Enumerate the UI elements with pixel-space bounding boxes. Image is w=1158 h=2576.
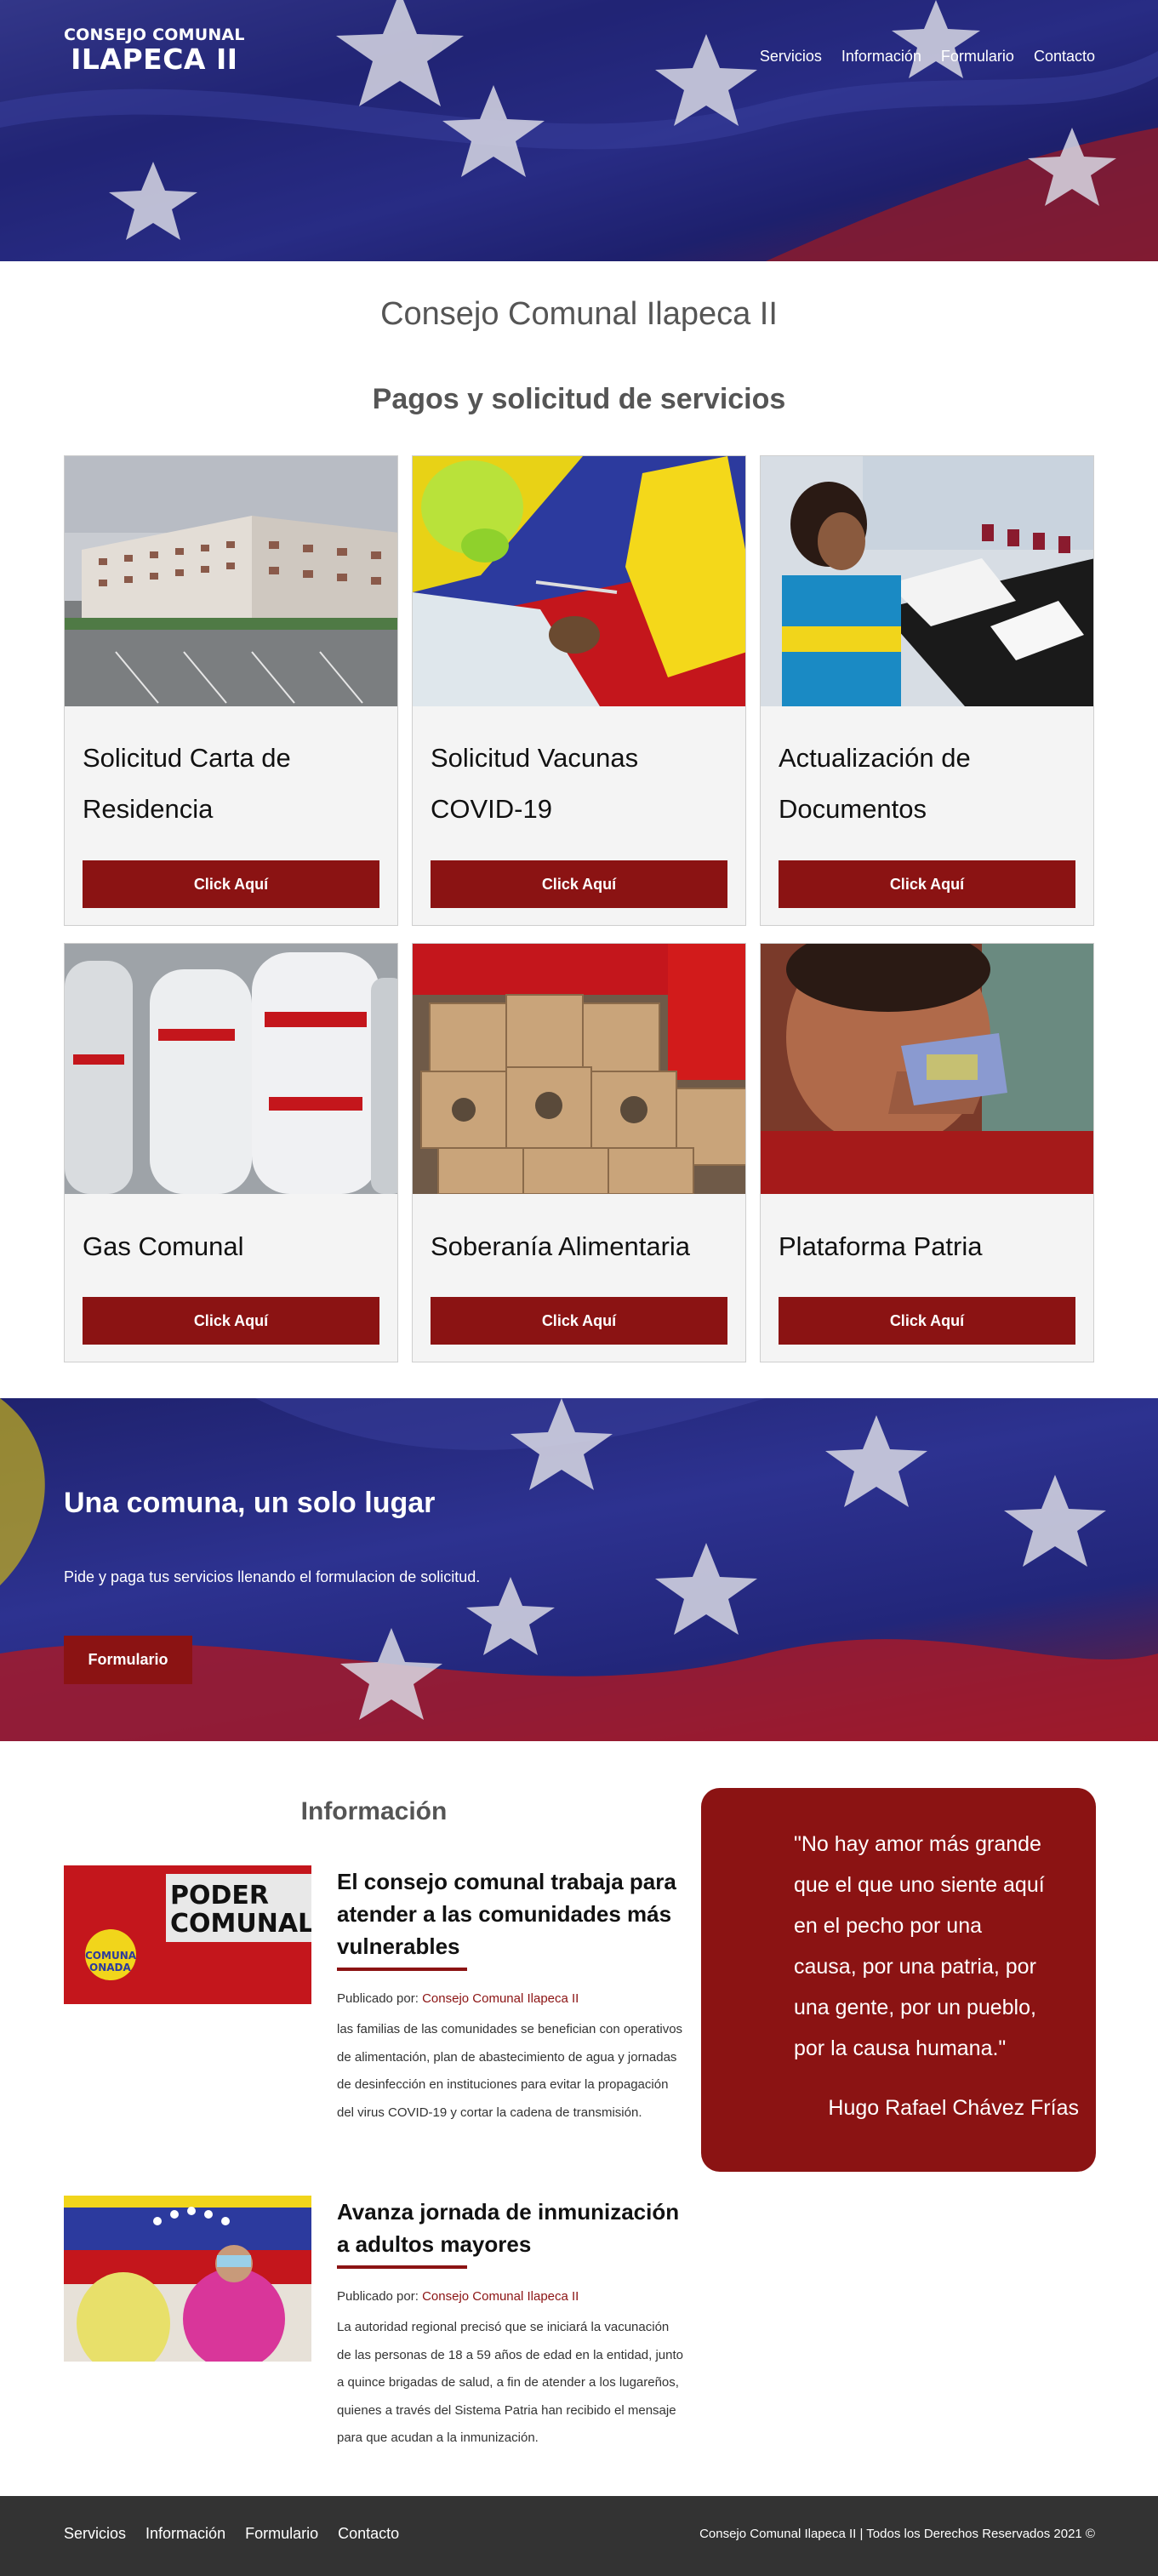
- card-image-office-meeting: [761, 456, 1093, 706]
- byline-author[interactable]: Consejo Comunal Ilapeca II: [422, 1991, 579, 2006]
- byline-prefix: Publicado por:: [337, 1991, 423, 2006]
- quote-text: "No hay amor más grande que el que uno s…: [794, 1832, 1045, 2060]
- news-article: PODER COMUNAL COMUNA ONADA El consejo co…: [64, 1865, 684, 2163]
- article-excerpt: La autoridad regional precisó que se ini…: [337, 2320, 683, 2445]
- service-card-soberania: Soberanía Alimentaria Click Aquí: [412, 943, 746, 1362]
- article-thumbnail[interactable]: [64, 2196, 311, 2362]
- click-here-button[interactable]: Click Aquí: [779, 1297, 1075, 1345]
- footer-nav: Servicios Información Formulario Contact…: [64, 2525, 399, 2543]
- footer-nav-formulario[interactable]: Formulario: [245, 2525, 318, 2543]
- site-footer: Servicios Información Formulario Contact…: [0, 2496, 1158, 2576]
- banner-text: Pide y paga tus servicios llenando el fo…: [64, 1568, 481, 1585]
- article-title[interactable]: Avanza jornada de inmunización a adultos…: [337, 2196, 684, 2260]
- logo-line-1: CONSEJO COMUNAL: [64, 26, 245, 44]
- copyright-text: Consejo Comunal Ilapeca II | Todos los D…: [699, 2527, 1095, 2541]
- footer-nav-informacion[interactable]: Información: [145, 2525, 225, 2543]
- card-title: Soberanía Alimentaria: [431, 1231, 691, 1261]
- card-title: Solicitud Vacunas COVID-19: [431, 743, 639, 824]
- service-card-vacunas: Solicitud Vacunas COVID-19 Click Aquí: [412, 455, 746, 926]
- byline-prefix: Publicado por:: [337, 2289, 423, 2304]
- click-here-button[interactable]: Click Aquí: [779, 860, 1075, 908]
- byline-author[interactable]: Consejo Comunal Ilapeca II: [422, 2289, 579, 2304]
- services-section-title: Pagos y solicitud de servicios: [372, 383, 786, 415]
- card-image-vaccination: [413, 456, 745, 706]
- article-body: El consejo comunal trabaja para atender …: [337, 1865, 684, 2127]
- site-logo[interactable]: CONSEJO COMUNAL ILAPECA II: [64, 26, 245, 76]
- article-body: Avanza jornada de inmunización a adultos…: [337, 2196, 684, 2453]
- card-title: Gas Comunal: [83, 1231, 244, 1261]
- card-image-food-boxes: [413, 944, 745, 1194]
- nav-contacto[interactable]: Contacto: [1034, 48, 1095, 66]
- card-image-patria-card: [761, 944, 1093, 1194]
- card-title: Actualización de Documentos: [779, 743, 971, 824]
- thumb-text-comuna: COMUNA: [85, 1950, 137, 1962]
- banner-heading: Una comuna, un solo lugar: [64, 1487, 436, 1519]
- service-card-patria: Plataforma Patria Click Aquí: [760, 943, 1094, 1362]
- service-card-gas: Gas Comunal Click Aquí: [64, 943, 398, 1362]
- cta-banner: Una comuna, un solo lugar Pide y paga tu…: [0, 1398, 1158, 1741]
- article-byline: Publicado por: Consejo Comunal Ilapeca I…: [337, 1991, 684, 2006]
- page-title: Consejo Comunal Ilapeca II: [380, 296, 778, 332]
- click-here-button[interactable]: Click Aquí: [83, 1297, 379, 1345]
- article-excerpt: las familias de las comunidades se benef…: [337, 2022, 683, 2120]
- title-underline: [337, 2265, 467, 2269]
- article-thumbnail[interactable]: PODER COMUNAL COMUNA ONADA: [64, 1865, 311, 2004]
- footer-nav-contacto[interactable]: Contacto: [338, 2525, 399, 2543]
- logo-line-2: ILAPECA II: [71, 43, 238, 76]
- main-nav: Servicios Información Formulario Contact…: [760, 48, 1095, 66]
- service-card-residencia: Solicitud Carta de Residencia Click Aquí: [64, 455, 398, 926]
- article-title[interactable]: El consejo comunal trabaja para atender …: [337, 1865, 684, 1962]
- info-section-title: Información: [300, 1797, 448, 1825]
- card-title: Plataforma Patria: [779, 1231, 983, 1261]
- click-here-button[interactable]: Click Aquí: [83, 860, 379, 908]
- quote-box: "No hay amor más grande que el que uno s…: [701, 1788, 1096, 2172]
- nav-informacion[interactable]: Información: [841, 48, 921, 66]
- click-here-button[interactable]: Click Aquí: [431, 1297, 727, 1345]
- thumb-text-onada: ONADA: [89, 1962, 131, 1973]
- footer-nav-servicios[interactable]: Servicios: [64, 2525, 126, 2543]
- hero-header: CONSEJO COMUNAL ILAPECA II Servicios Inf…: [0, 0, 1158, 261]
- card-title: Solicitud Carta de Residencia: [83, 743, 291, 824]
- service-card-documentos: Actualización de Documentos Click Aquí: [760, 455, 1094, 926]
- quote-author: Hugo Rafael Chávez Frías: [828, 2096, 1079, 2120]
- form-button[interactable]: Formulario: [64, 1636, 192, 1684]
- title-underline: [337, 1968, 467, 1971]
- thumb-text-poder: PODER: [170, 1881, 269, 1911]
- card-image-apartments: [65, 456, 397, 706]
- card-image-gas-cylinders: [65, 944, 397, 1194]
- news-article: Avanza jornada de inmunización a adultos…: [64, 2196, 684, 2468]
- thumb-text-comunal: COMUNAL: [170, 1909, 311, 1939]
- article-byline: Publicado por: Consejo Comunal Ilapeca I…: [337, 2289, 684, 2304]
- nav-formulario[interactable]: Formulario: [941, 48, 1014, 66]
- click-here-button[interactable]: Click Aquí: [431, 860, 727, 908]
- nav-servicios[interactable]: Servicios: [760, 48, 822, 66]
